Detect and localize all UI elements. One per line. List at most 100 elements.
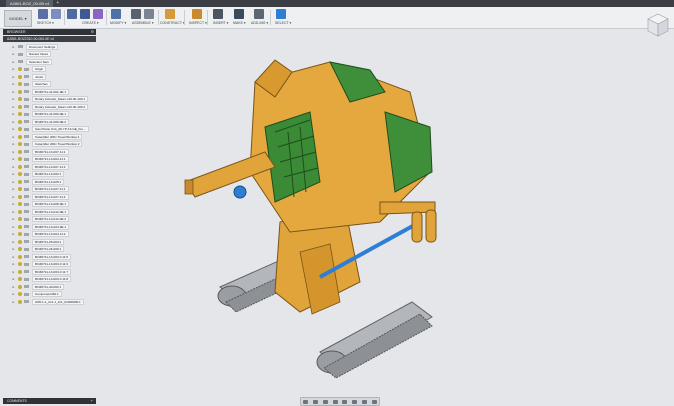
3d-print-icon[interactable] <box>234 9 244 19</box>
browser-item[interactable]: ▸ Gas Piston Unit_20-YP-13-GE_Fre... <box>3 126 96 134</box>
expand-arrow-icon[interactable]: ▸ <box>11 292 16 296</box>
browser-item[interactable]: ▸ Sketches <box>3 81 96 89</box>
visibility-icon[interactable] <box>18 269 22 274</box>
expand-arrow-icon[interactable]: ▸ <box>11 135 16 139</box>
browser-item[interactable]: ▸ AN5-1-1_2x1-1_2x1_01000000:1 <box>3 298 96 306</box>
fit-icon[interactable] <box>342 399 348 404</box>
expand-arrow-icon[interactable]: ▸ <box>11 187 16 191</box>
visibility-icon[interactable] <box>18 217 22 222</box>
expand-arrow-icon[interactable]: ▸ <box>11 97 16 101</box>
measure-icon[interactable] <box>192 9 202 19</box>
expand-arrow-icon[interactable]: ▸ <box>11 285 16 289</box>
add-comment-icon[interactable]: + <box>91 398 93 404</box>
visibility-icon[interactable] <box>18 254 22 259</box>
visibility-icon[interactable] <box>18 112 22 117</box>
browser-item[interactable]: ▸ BOZ0711-13-012-0E:2 <box>3 216 96 224</box>
browser-item[interactable]: ▸ BOZ0711-13-024-0E:1 <box>3 223 96 231</box>
display-settings-icon[interactable] <box>352 399 358 404</box>
browser-item[interactable]: ▸ BOZ0711-13-003-0 11:8 <box>3 276 96 284</box>
visibility-icon[interactable] <box>18 97 22 102</box>
browser-item[interactable]: ▸ Caterpiller 200x Tread Workup:2 <box>3 141 96 149</box>
visibility-icon[interactable] <box>18 82 22 87</box>
visibility-icon[interactable] <box>18 202 22 207</box>
viewports-icon[interactable] <box>371 399 377 404</box>
browser-item[interactable]: ▸ BOZ0711-26-006:1 <box>3 246 96 254</box>
pan-icon[interactable] <box>322 399 328 404</box>
expand-arrow-icon[interactable]: ▸ <box>11 300 16 304</box>
browser-item[interactable]: ▸ Origin <box>3 66 96 74</box>
right-track[interactable] <box>316 301 433 379</box>
expand-arrow-icon[interactable]: ▸ <box>11 157 16 161</box>
comments-panel[interactable]: COMMENTS + <box>3 398 96 404</box>
sketch-menu[interactable]: SKETCH ▾ <box>37 21 54 25</box>
add-ins-menu[interactable]: ADD-INS ▾ <box>251 21 268 25</box>
expand-arrow-icon[interactable]: ▸ <box>11 217 16 221</box>
form-icon[interactable] <box>93 9 103 19</box>
expand-arrow-icon[interactable]: ▸ <box>11 255 16 259</box>
grid-settings-icon[interactable] <box>361 399 367 404</box>
press-pull-icon[interactable] <box>111 9 121 19</box>
create-menu[interactable]: CREATE ▾ <box>82 21 99 25</box>
expand-arrow-icon[interactable]: ▸ <box>11 60 16 64</box>
modify-menu[interactable]: MODIFY ▾ <box>110 21 126 25</box>
visibility-icon[interactable] <box>18 172 22 177</box>
zoom-icon[interactable] <box>332 399 338 404</box>
browser-item[interactable]: ▸ BOZ0711-13-025:1 <box>3 178 96 186</box>
expand-arrow-icon[interactable]: ▸ <box>11 180 16 184</box>
browser-item[interactable]: ▸ Selection Sets <box>3 58 96 66</box>
visibility-icon[interactable] <box>18 157 22 162</box>
expand-arrow-icon[interactable]: ▸ <box>11 262 16 266</box>
new-tab-icon[interactable]: + <box>56 0 59 7</box>
offset-plane-icon[interactable] <box>165 9 175 19</box>
visibility-icon[interactable] <box>18 232 22 237</box>
extrude-icon[interactable] <box>67 9 77 19</box>
browser-item[interactable]: ▸ Component462:1 <box>3 291 96 299</box>
select-menu[interactable]: SELECT ▾ <box>275 21 291 25</box>
box-icon[interactable] <box>80 9 90 19</box>
browser-item[interactable]: ▸ Caterpiller 200x Tread Workup:1 <box>3 133 96 141</box>
expand-arrow-icon[interactable]: ▸ <box>11 90 16 94</box>
collapse-icon[interactable]: ⊖ <box>91 29 94 35</box>
visibility-icon[interactable] <box>18 239 22 244</box>
workspace-selector[interactable]: MODEL ▾ <box>4 10 32 27</box>
sketch-icon[interactable] <box>38 9 48 19</box>
make-menu[interactable]: MAKE ▾ <box>233 21 246 25</box>
view-cube[interactable] <box>646 12 670 38</box>
expand-arrow-icon[interactable]: ▸ <box>11 172 16 176</box>
browser-item[interactable]: ▸ BOZ0711-13-003-0 11:6 <box>3 261 96 269</box>
expand-arrow-icon[interactable]: ▸ <box>11 277 16 281</box>
scripts-icon[interactable] <box>254 9 264 19</box>
browser-item[interactable]: ▸ BOZ0711-13-007-11:2 <box>3 163 96 171</box>
document-tab[interactable]: A2861-BOZ_00-0B v4 <box>6 0 54 7</box>
visibility-icon[interactable] <box>18 104 22 109</box>
visibility-icon[interactable] <box>18 179 22 184</box>
look-at-icon[interactable] <box>313 399 319 404</box>
insert-mesh-icon[interactable] <box>213 9 223 19</box>
browser-item[interactable]: ▸ Rotary Actuator_Mean L20-30-100:1 <box>3 96 96 104</box>
browser-item[interactable]: ▸ BOZ0711-13-012-0E:1 <box>3 208 96 216</box>
expand-arrow-icon[interactable]: ▸ <box>11 270 16 274</box>
expand-arrow-icon[interactable]: ▸ <box>11 247 16 251</box>
visibility-icon[interactable] <box>18 209 22 214</box>
expand-arrow-icon[interactable]: ▸ <box>11 82 16 86</box>
browser-item[interactable]: ▸ BOZ0711-40-002:1 <box>3 283 96 291</box>
browser-item[interactable]: ▸ BOZ0711-13-027-11:2 <box>3 193 96 201</box>
line-icon[interactable] <box>51 9 61 19</box>
browser-item[interactable]: ▸ BOZ0711-13-004-11:1 <box>3 156 96 164</box>
expand-arrow-icon[interactable]: ▸ <box>11 232 16 236</box>
visibility-icon[interactable] <box>18 142 22 147</box>
visibility-icon[interactable] <box>18 292 22 297</box>
expand-arrow-icon[interactable]: ▸ <box>11 210 16 214</box>
assemble-menu[interactable]: ASSEMBLE ▾ <box>132 21 154 25</box>
expand-arrow-icon[interactable]: ▸ <box>11 52 16 56</box>
visibility-icon[interactable] <box>18 89 22 94</box>
visibility-icon[interactable] <box>18 134 22 139</box>
browser-item[interactable]: ▸ Document Settings <box>3 43 96 51</box>
visibility-icon[interactable] <box>18 262 22 267</box>
browser-item[interactable]: ▸ BOZ0711-13-003-0 11:7 <box>3 268 96 276</box>
new-component-icon[interactable] <box>131 9 141 19</box>
robot-model-3d[interactable] <box>180 52 445 382</box>
browser-item[interactable]: ▸ BOZ0711-13-003-0 11:5 <box>3 253 96 261</box>
insert-menu[interactable]: INSERT ▾ <box>213 21 228 25</box>
visibility-icon[interactable] <box>18 74 22 79</box>
